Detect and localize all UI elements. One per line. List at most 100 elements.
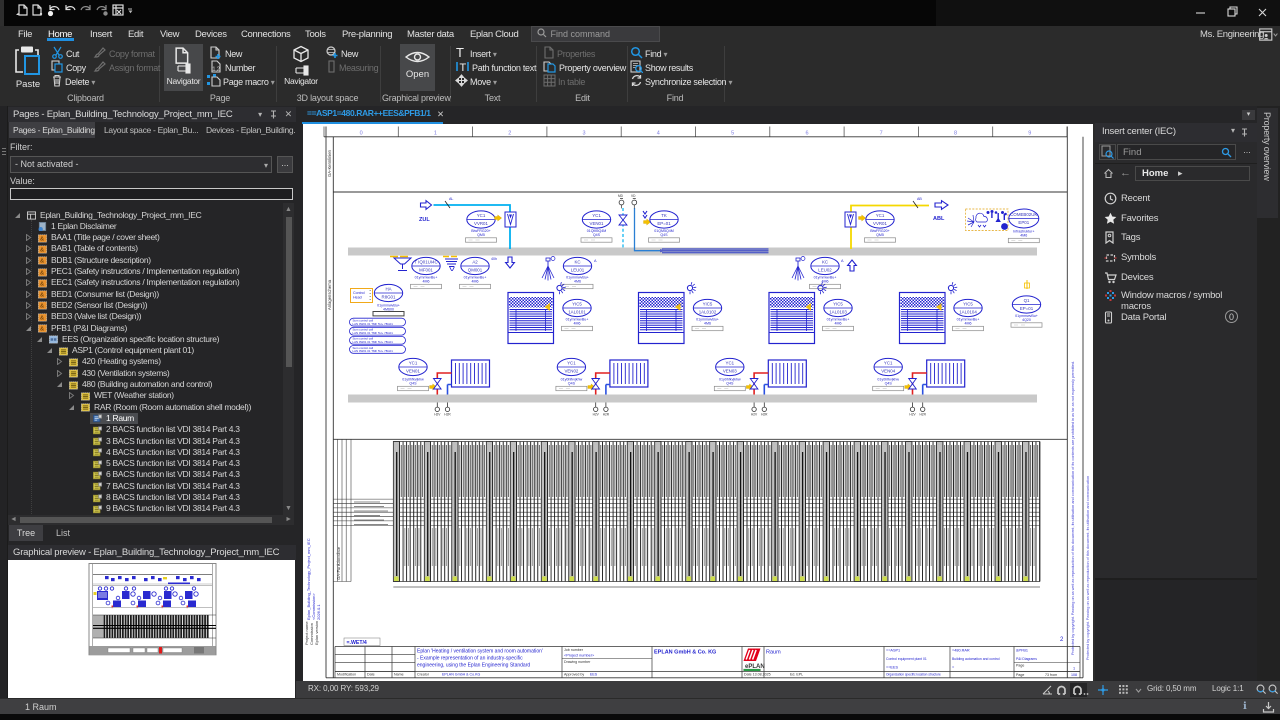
svg-text:&: &	[40, 270, 44, 276]
svg-text:Date 13.08.2025: Date 13.08.2025	[744, 673, 771, 677]
svg-text:A2: A2	[472, 260, 478, 265]
svg-text:4M6: 4M6	[423, 279, 430, 283]
svg-text:1: 1	[434, 131, 437, 137]
svg-text:&: &	[40, 327, 44, 333]
svg-text:3: 3	[582, 131, 585, 137]
svg-text:Paste: Paste	[16, 79, 40, 90]
svg-text:Name: Name	[394, 673, 404, 677]
svg-text:QM5: QM5	[477, 233, 485, 237]
svg-text:TK: TK	[661, 213, 667, 218]
svg-text:Head: Head	[353, 296, 362, 300]
svg-text:Q4S: Q4S	[885, 381, 893, 385]
svg-text:EP=01: EP=01	[657, 221, 671, 226]
svg-text:EP01: EP01	[1018, 220, 1029, 225]
svg-text:H2R: H2R	[920, 413, 927, 417]
svg-text:KC: KC	[822, 260, 828, 265]
svg-text:Q1: Q1	[1024, 298, 1030, 303]
svg-text:ABL: ABL	[933, 216, 945, 222]
svg-text:LAN 0W01 01 TMF 5U+ 78G01: LAN 0W01 01 TMF 5U+ 78G01	[353, 322, 394, 326]
svg-text:GA-Funktionsliste: GA-Funktionsliste	[336, 546, 341, 580]
svg-text:Protected by copyright. Passin: Protected by copyright. Passing on as we…	[1086, 476, 1090, 660]
svg-text:Q4S: Q4S	[568, 381, 576, 385]
svg-text:H2R: H2R	[444, 413, 451, 417]
svg-text:&PFB1: &PFB1	[1016, 649, 1028, 653]
svg-text:H2R: H2R	[603, 413, 610, 417]
svg-text:Navigator: Navigator	[284, 76, 318, 86]
svg-text:108: 108	[1071, 673, 1077, 677]
svg-text:0: 0	[360, 131, 363, 137]
svg-text:VEN03: VEN03	[723, 369, 737, 374]
svg-text:GA-Kennlinien: GA-Kennlinien	[327, 149, 332, 177]
svg-text:MF001: MF001	[419, 268, 433, 273]
svg-text:EPLAN GmbH & Co. KG: EPLAN GmbH & Co. KG	[654, 650, 716, 656]
svg-text:Building automation and contro: Building automation and control	[952, 657, 1000, 661]
svg-text:4M6: 4M6	[704, 321, 711, 325]
svg-text:Date: Date	[367, 673, 375, 677]
svg-text:Control: Control	[353, 291, 365, 295]
svg-text:Protected by copyright. Passin: Protected by copyright. Passing on as we…	[1071, 361, 1075, 655]
svg-text:YC1: YC1	[592, 213, 601, 218]
svg-text:H2V: H2V	[909, 413, 916, 417]
svg-text:T: T	[460, 62, 467, 73]
svg-text:LAN 0W01 01 TMF 5U+ 78G01: LAN 0W01 01 TMF 5U+ 78G01	[353, 349, 394, 353]
svg-text:VEN02: VEN02	[564, 369, 578, 374]
svg-text:AL: AL	[449, 197, 453, 201]
svg-text:YIC5: YIC5	[833, 302, 843, 307]
svg-text:<Project number>: <Project number>	[564, 654, 595, 658]
svg-text:==ASP1: ==ASP1	[886, 649, 900, 653]
svg-text:YC1: YC1	[876, 213, 885, 218]
svg-text:&: &	[40, 315, 44, 321]
svg-text:Ed. EPL: Ed. EPL	[790, 673, 803, 677]
svg-text:==EES: ==EES	[886, 666, 898, 670]
svg-text:- Example representation of an: - Example representation of an industry-…	[417, 656, 523, 662]
svg-text:EES: EES	[590, 673, 598, 677]
svg-text:Page: Page	[1016, 673, 1024, 677]
svg-text:H2V: H2V	[593, 413, 600, 417]
svg-text:Modification: Modification	[337, 673, 356, 677]
svg-text:R8G01: R8G01	[382, 295, 396, 300]
svg-text:Eplan 'Heating / ventilation s: Eplan 'Heating / ventilation system and …	[417, 649, 543, 655]
svg-text:YIC5: YIC5	[572, 302, 582, 307]
svg-text:4: 4	[657, 131, 660, 137]
svg-text:YC1: YC1	[477, 213, 486, 218]
svg-text:COMEB02UK: COMEB02UK	[1010, 212, 1037, 217]
svg-text:4M6: 4M6	[472, 279, 479, 283]
svg-text:ZUL: ZUL	[419, 217, 430, 223]
svg-text:MD: MD	[618, 194, 624, 198]
svg-text:1AL0101: 1AL0101	[568, 310, 586, 315]
svg-text:VD: VD	[631, 194, 636, 198]
svg-text:T IQ01UI4C: T IQ01UI4C	[414, 260, 437, 265]
svg-text:=480.RAR: =480.RAR	[952, 649, 970, 653]
svg-text:Creator: Creator	[417, 673, 430, 677]
svg-text:H2R: H2R	[761, 413, 768, 417]
svg-text:YC1: YC1	[409, 361, 418, 366]
svg-text:&: &	[40, 281, 44, 287]
svg-text:4M6: 4M6	[1020, 233, 1027, 237]
svg-text:&: &	[40, 236, 44, 242]
svg-text:VVR01: VVR01	[873, 221, 887, 226]
svg-text:7: 7	[880, 131, 883, 137]
svg-text:&: &	[40, 304, 44, 310]
svg-text:T: T	[456, 46, 464, 59]
svg-text:VEN01: VEN01	[406, 369, 420, 374]
svg-text:1: 1	[1073, 667, 1075, 671]
svg-text:Q4S: Q4S	[409, 381, 417, 385]
svg-text:QM5: QM5	[876, 233, 884, 237]
svg-text:LEU01: LEU01	[571, 268, 585, 273]
svg-text:Approved by: Approved by	[564, 673, 584, 677]
svg-text:=.WET/4: =.WET/4	[347, 640, 367, 646]
svg-text:YC1: YC1	[567, 361, 576, 366]
svg-text:Page: Page	[1016, 664, 1024, 668]
svg-text:&: &	[40, 247, 44, 253]
svg-text:73 from: 73 from	[1045, 673, 1057, 677]
svg-text:4Q20: 4Q20	[1022, 318, 1031, 322]
svg-text:P&I Diagrams: P&I Diagrams	[1016, 657, 1037, 661]
svg-text:5: 5	[731, 131, 734, 137]
svg-text:YC1: YC1	[726, 361, 735, 366]
svg-text:Open: Open	[406, 69, 429, 80]
svg-text:engineering, using the Eplan E: engineering, using the Eplan Engineering…	[417, 663, 530, 669]
svg-text:2: 2	[508, 131, 511, 137]
svg-text:6: 6	[805, 131, 808, 137]
svg-text:LEU02: LEU02	[818, 268, 832, 273]
svg-text:Q4S: Q4S	[726, 381, 734, 385]
